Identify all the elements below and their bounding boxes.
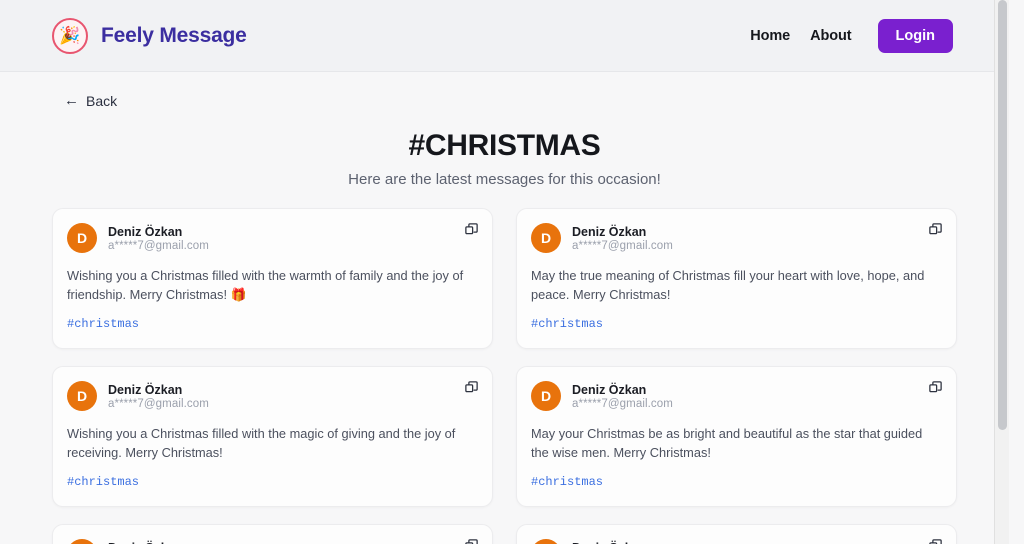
page-title: #CHRISTMAS <box>408 129 601 162</box>
message-author: D Deniz Özkana*****7@gmail.com <box>531 381 939 412</box>
copy-icon[interactable] <box>463 221 479 237</box>
avatar: D <box>67 381 97 412</box>
copy-icon[interactable] <box>463 537 479 544</box>
copy-icon[interactable] <box>463 379 479 395</box>
back-link-label: Back <box>86 92 118 109</box>
message-card-grid: D Deniz Özkan a*****7@gmail.com Wishing you… <box>52 208 957 544</box>
message-text: Wishing you a Christmas filled with the … <box>67 426 456 460</box>
message-card: D Deniz Özkan a*****7@gmail.com May the tru… <box>516 208 957 350</box>
message-card: D Deniz Özkana*****7@gmail.com Wishing you… <box>52 366 493 508</box>
back-row: ← Back <box>52 72 957 110</box>
site-header: 🎉 Feely Message Home About Login <box>0 0 1009 72</box>
author-email: a*****7@gmail.com <box>572 239 673 252</box>
author-email: a*****7@gmail.com <box>572 397 673 410</box>
avatar: D <box>67 539 97 544</box>
brand[interactable]: 🎉 Feely Message <box>52 17 247 54</box>
author-email: a*****7@gmail.com <box>108 239 209 252</box>
vertical-scrollbar[interactable] <box>994 0 1009 544</box>
avatar: D <box>531 539 561 544</box>
message-card: DDeniz Özkana*****7@gmail.comWishing you… <box>516 524 957 544</box>
message-author: DDeniz Özkana*****7@gmail.com <box>67 539 475 544</box>
message-text: May the true meaning of Christmas fill y… <box>531 268 925 302</box>
message-hashtag[interactable]: #christmas <box>67 317 139 331</box>
message-author: DDeniz Özkana*****7@gmail.com <box>531 539 939 544</box>
author-name: Deniz Özkan <box>572 224 647 239</box>
author-email: a*****7@gmail.com <box>108 397 209 410</box>
message-hashtag[interactable]: #christmas <box>531 317 603 331</box>
message-text: May your Christmas be as bright and beau… <box>531 426 923 460</box>
author-name: Deniz Özkan <box>108 224 183 239</box>
copy-icon[interactable] <box>927 379 943 395</box>
message-card: D Deniz Özkana*****7@gmail.com Wishing you… <box>52 208 493 350</box>
message-author: D Deniz Özkana*****7@gmail.com <box>67 381 475 412</box>
message-hashtag[interactable]: #christmas <box>531 475 603 489</box>
copy-icon[interactable] <box>927 221 943 237</box>
avatar: D <box>531 381 561 412</box>
message-author: D Deniz Özkana*****7@gmail.com <box>67 223 475 253</box>
arrow-left-icon: ← <box>64 92 79 109</box>
copy-icon[interactable] <box>927 537 943 544</box>
login-button[interactable]: Login <box>877 18 953 53</box>
page-scroll-area: 🎉 Feely Message Home About Login ← Back … <box>0 0 1009 544</box>
page-content: ← Back #CHRISTMAS Here are the latest me… <box>0 72 1009 544</box>
nav-link-about[interactable]: About <box>810 28 851 44</box>
brand-name: Feely Message <box>101 23 247 47</box>
avatar: D <box>67 223 97 253</box>
message-hashtag[interactable]: #christmas <box>67 475 139 489</box>
nav-link-home[interactable]: Home <box>750 28 790 44</box>
author-name: Deniz Özkan <box>572 382 647 397</box>
party-popper-icon: 🎉 <box>52 17 88 54</box>
back-link[interactable]: ← Back <box>64 93 117 109</box>
page-subtitle: Here are the latest messages for this oc… <box>348 171 661 188</box>
message-author: D Deniz Özkana*****7@gmail.com <box>531 223 939 253</box>
message-text: Wishing you a Christmas filled with the … <box>67 268 464 302</box>
scrollbar-thumb[interactable] <box>998 0 1007 430</box>
main-nav: Home About Login <box>750 18 953 53</box>
message-card: D Deniz Özkan a*****7@gmail.com May your Ch… <box>516 366 957 508</box>
avatar: D <box>531 223 561 253</box>
author-name: Deniz Özkan <box>108 382 183 397</box>
message-card: DDeniz Özkana*****7@gmail.comMay the spi… <box>52 524 493 544</box>
